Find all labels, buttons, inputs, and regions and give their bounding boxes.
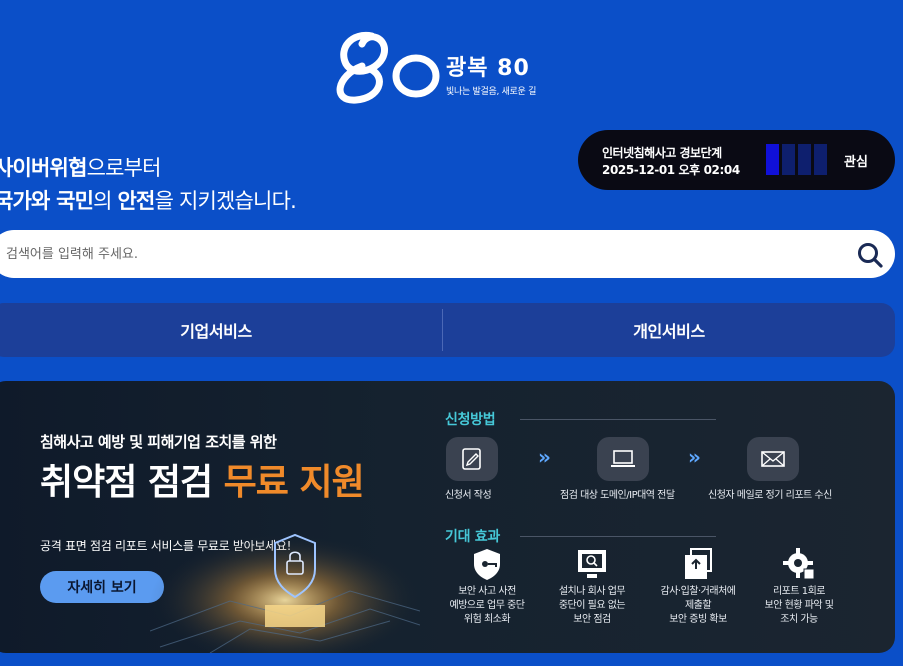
logo-subtitle: 빛나는 발걸음, 새로운 길 [446, 87, 537, 97]
apply-method-label: 신청방법 [445, 412, 496, 428]
alert-title: 인터넷침해사고 경보단계 [602, 146, 722, 160]
business-service-tab[interactable]: 기업서비스 [0, 303, 442, 357]
effect-line: 설치나 회사 업무 [558, 586, 626, 597]
alert-level-bar [766, 144, 779, 175]
monitor-search-icon [578, 550, 606, 578]
tagline-bold-1: 사이버위협 [0, 156, 87, 180]
search-icon[interactable] [856, 241, 884, 269]
alert-level-bar [814, 144, 827, 175]
step-label: 신청서 작성 [445, 490, 492, 501]
alert-level-bars [766, 144, 827, 175]
step-label: 점검 대상 도메인/IP대역 전달 [560, 490, 675, 501]
effect-line: 리포트 1회로 [772, 586, 826, 597]
gear-report-icon [783, 548, 815, 580]
alert-level-bar [798, 144, 811, 175]
effect-line: 감사·입찰·거래처에 [660, 586, 736, 597]
effect-line: 보안 사고 사전 [458, 586, 516, 597]
effect-line: 중단이 필요 없는 [558, 600, 626, 611]
security-lock-illustration [150, 521, 420, 653]
document-upload-icon [685, 548, 712, 579]
effect-line: 제출할 [684, 600, 712, 611]
effect-line: 보안 점검 [573, 614, 611, 625]
chevron-right-icon: » [688, 445, 701, 469]
tagline-bold-2: 국가와 국민 [0, 189, 94, 213]
banner-title-highlight: 무료 지원 [223, 462, 365, 503]
laptop-icon [597, 437, 649, 481]
tagline-text-3: 을 지키겠습니다. [154, 189, 297, 213]
banner-subtitle: 침해사고 예방 및 피해기업 조치를 위한 [40, 433, 277, 451]
tagline-bold-3: 안전 [117, 189, 156, 213]
section-divider [520, 419, 716, 420]
tagline-text-1: 으로부터 [86, 156, 162, 180]
alert-level-bar [782, 144, 795, 175]
hero-tagline: 사이버위협으로부터 국가와 국민의 안전을 지키겠습니다. [0, 152, 297, 218]
chevron-right-icon: » [538, 445, 551, 469]
service-tabs: 기업서비스 개인서비스 [0, 303, 895, 357]
effect-line: 위험 최소화 [463, 614, 511, 625]
alert-timestamp: 2025-12-01 오후 02:04 [602, 163, 740, 177]
search-bar [0, 230, 895, 278]
effect-line: 보안 현황 파악 및 [764, 600, 834, 611]
edit-icon [446, 437, 498, 481]
banner-title-white: 취약점 점검 [40, 462, 224, 503]
effect-line: 조치 가능 [780, 614, 818, 625]
details-button[interactable]: 자세히 보기 [40, 571, 164, 603]
banner-title: 취약점 점검 무료 지원 [40, 453, 365, 505]
vulnerability-check-banner[interactable]: 침해사고 예방 및 피해기업 조치를 위한 취약점 점검 무료 지원 공격 표면… [0, 381, 895, 653]
effect-line: 예방으로 업무 중단 [449, 600, 525, 611]
logo-title: 광복 80 [446, 56, 530, 81]
cyber-alert-level-widget[interactable]: 인터넷침해사고 경보단계 2025-12-01 오후 02:04 관심 [578, 130, 895, 190]
tagline-text-2: 의 [93, 189, 118, 213]
effect-text: 감사·입찰·거래처에 제출할 보안 증빙 확보 [643, 585, 753, 627]
personal-service-tab[interactable]: 개인서비스 [443, 303, 895, 357]
expected-effect-label: 기대 효과 [445, 529, 500, 545]
section-divider [520, 536, 716, 537]
mail-icon [747, 437, 799, 481]
alert-level-label: 관심 [844, 155, 868, 170]
effect-line: 보안 증빙 확보 [669, 614, 727, 625]
effect-text: 리포트 1회로 보안 현황 파악 및 조치 가능 [744, 585, 854, 627]
search-input[interactable] [6, 244, 826, 264]
effect-text: 보안 사고 사전 예방으로 업무 중단 위험 최소화 [432, 585, 542, 627]
effect-text: 설치나 회사 업무 중단이 필요 없는 보안 점검 [537, 585, 647, 627]
step-label: 신청자 메일로 정기 리포트 수신 [708, 490, 832, 501]
shield-key-icon [474, 549, 500, 580]
